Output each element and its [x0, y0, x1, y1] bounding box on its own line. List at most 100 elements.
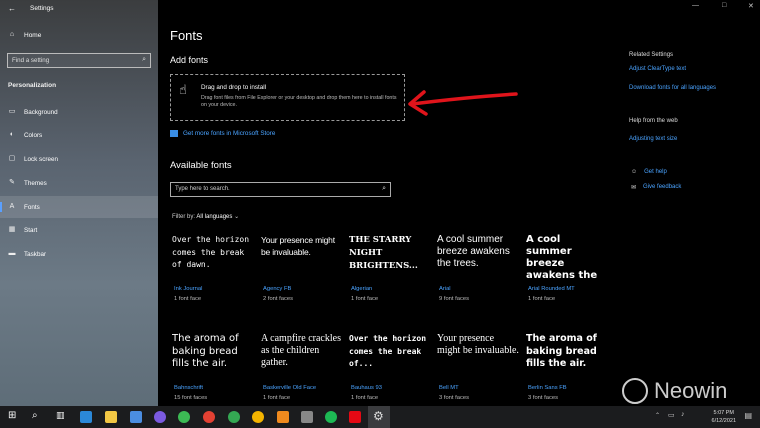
font-card-bahnschrift[interactable]: The aroma of baking bread fills the air.…: [172, 333, 254, 401]
sidebar-item-start[interactable]: ▦ Start: [0, 219, 158, 241]
neowin-logo-icon: [622, 378, 648, 404]
font-sample: THE STARRY NIGHT BRIGHTENS...: [349, 235, 418, 271]
close-button[interactable]: ✕: [748, 2, 754, 10]
font-search-input[interactable]: Type here to search. ⌕: [170, 182, 391, 197]
font-name: Arial Rounded MT: [528, 286, 575, 292]
font-sample: The aroma of baking bread fills the air.: [526, 333, 597, 369]
vlc-icon[interactable]: [277, 411, 289, 423]
settings-search-input[interactable]: Find a setting ⌕: [7, 53, 151, 68]
sidebar: ← Settings ⌂ Home Find a setting ⌕ Perso…: [0, 0, 158, 406]
watermark-text: Neowin: [654, 378, 728, 403]
chrome-canary-icon[interactable]: [203, 411, 215, 423]
cleartype-link[interactable]: Adjust ClearType text: [629, 66, 686, 72]
font-card-ink-journal[interactable]: Over the horizon comes the break of dawn…: [172, 234, 254, 302]
sidebar-item-background[interactable]: ▭ Background: [0, 101, 158, 123]
give-feedback-label: Give feedback: [643, 184, 682, 190]
sidebar-item-label: Taskbar: [24, 250, 47, 258]
font-name: Bahnschrift: [174, 385, 203, 391]
font-sample: The aroma of baking bread fills the air.: [172, 333, 239, 369]
font-faces: 1 font face: [351, 296, 379, 302]
search-icon[interactable]: ⌕: [382, 185, 386, 193]
font-name: Berlin Sans FB: [528, 385, 567, 391]
font-card-bauhaus-93[interactable]: Over the horizon comes the break of... B…: [349, 333, 431, 401]
sidebar-item-taskbar[interactable]: ▬ Taskbar: [0, 243, 158, 265]
file-explorer-icon[interactable]: [105, 411, 117, 423]
tray-chevron-icon[interactable]: ⌃: [655, 412, 660, 419]
font-faces: 3 font faces: [439, 395, 469, 401]
brush-icon: ✎: [9, 179, 15, 186]
clock-date: 6/12/2021: [711, 418, 736, 424]
app-icon[interactable]: [301, 411, 313, 423]
give-feedback-link[interactable]: ✉ Give feedback: [631, 184, 681, 191]
chrome-beta-icon[interactable]: [228, 411, 240, 423]
download-fonts-link[interactable]: Download fonts for all languages: [629, 85, 716, 91]
help-heading: Help from the web: [629, 118, 678, 124]
search-icon[interactable]: ⌕: [32, 410, 38, 421]
browser-icon[interactable]: [154, 411, 166, 423]
windows-start-icon[interactable]: ⊞: [8, 410, 16, 421]
taskbar-clock[interactable]: 5:07 PM 6/12/2021: [712, 409, 736, 425]
font-card-berlin-sans-fb[interactable]: The aroma of baking bread fills the air.…: [526, 333, 608, 401]
adjusting-text-size-link[interactable]: Adjusting text size: [629, 136, 677, 142]
font-name: Arial: [439, 286, 451, 292]
home-label: Home: [24, 31, 42, 39]
sidebar-item-label: Start: [24, 226, 38, 234]
spotify-icon[interactable]: [325, 411, 337, 423]
font-card-baskerville-old-face[interactable]: A campfire crackles as the children gath…: [261, 333, 343, 401]
store-icon[interactable]: [130, 411, 142, 423]
microsoft-store-link[interactable]: Get more fonts in Microsoft Store: [170, 130, 275, 137]
minimize-button[interactable]: —: [692, 2, 699, 9]
available-fonts-heading: Available fonts: [170, 160, 232, 171]
font-faces: 2 font faces: [263, 296, 293, 302]
font-drop-zone[interactable]: ☝ Drag and drop to install Drag font fil…: [170, 74, 405, 121]
back-arrow-icon[interactable]: ←: [8, 4, 16, 13]
font-card-bell-mt[interactable]: Your presence might be invaluable. Bell …: [437, 333, 519, 401]
font-sample: Your presence might be invaluable.: [437, 333, 519, 356]
search-icon[interactable]: ⌕: [142, 56, 146, 64]
netflix-icon[interactable]: [349, 411, 361, 423]
volume-icon[interactable]: ♪: [681, 411, 685, 418]
font-faces: 9 font faces: [439, 296, 469, 302]
language-filter[interactable]: Filter by: All languages ⌄: [172, 213, 239, 220]
chrome-icon[interactable]: [178, 411, 190, 423]
get-help-link[interactable]: ☺ Get help: [631, 169, 667, 175]
font-search-placeholder: Type here to search.: [175, 186, 230, 192]
sidebar-item-fonts[interactable]: A Fonts: [0, 196, 158, 218]
font-sample: A campfire crackles as the children gath…: [261, 333, 341, 368]
sidebar-item-label: Fonts: [24, 203, 40, 211]
settings-gear-icon[interactable]: ⚙: [373, 409, 384, 423]
notification-icon[interactable]: ▤: [744, 411, 752, 420]
font-name: Algerian: [351, 286, 373, 292]
font-card-algerian[interactable]: THE STARRY NIGHT BRIGHTENS... Algerian 1…: [349, 234, 431, 302]
font-card-agency-fb[interactable]: Your presence might be invaluable. Agenc…: [261, 234, 343, 302]
add-fonts-heading: Add fonts: [170, 55, 209, 65]
font-card-arial-rounded-mt[interactable]: A cool summer breeze awakens the t... Ar…: [526, 234, 608, 302]
lock-screen-icon: ▢: [8, 155, 16, 162]
outlook-icon[interactable]: [80, 411, 92, 423]
home-link[interactable]: ⌂ Home: [8, 31, 41, 39]
font-card-arial[interactable]: A cool summer breeze awakens the trees. …: [437, 234, 519, 302]
store-link-label: Get more fonts in Microsoft Store: [183, 130, 276, 137]
section-label: Personalization: [8, 82, 57, 89]
network-icon[interactable]: ▭: [668, 411, 675, 419]
font-faces: 1 font face: [174, 296, 202, 302]
drop-zone-description: Drag font files from File Explorer or yo…: [201, 95, 397, 108]
chrome-dev-icon[interactable]: [252, 411, 264, 423]
feedback-icon: ✉: [631, 185, 637, 191]
sidebar-item-lock-screen[interactable]: ▢ Lock screen: [0, 148, 158, 170]
hand-pointer-icon: ☝: [179, 82, 187, 97]
sidebar-item-colors[interactable]: ◐ Colors: [0, 124, 158, 146]
task-view-icon[interactable]: ▥: [56, 410, 65, 421]
font-faces: 1 font face: [351, 395, 379, 401]
neowin-watermark: Neowin: [622, 378, 727, 404]
sidebar-item-themes[interactable]: ✎ Themes: [0, 172, 158, 194]
font-name: Baskerville Old Face: [263, 385, 317, 391]
font-sample: Over the horizon comes the break of...: [349, 334, 427, 368]
home-icon: ⌂: [9, 31, 15, 38]
font-name: Bauhaus 93: [351, 385, 382, 391]
taskbar: ⊞ ⌕ ▥ ⚙ ⌃ ▭ ♪ 5:07 PM 6/12/2021 ▤: [0, 406, 760, 428]
palette-icon: ◐: [9, 131, 15, 138]
font-name: Bell MT: [439, 385, 459, 391]
maximize-button[interactable]: □: [722, 2, 726, 9]
font-sample: A cool summer breeze awakens the t...: [526, 234, 598, 281]
